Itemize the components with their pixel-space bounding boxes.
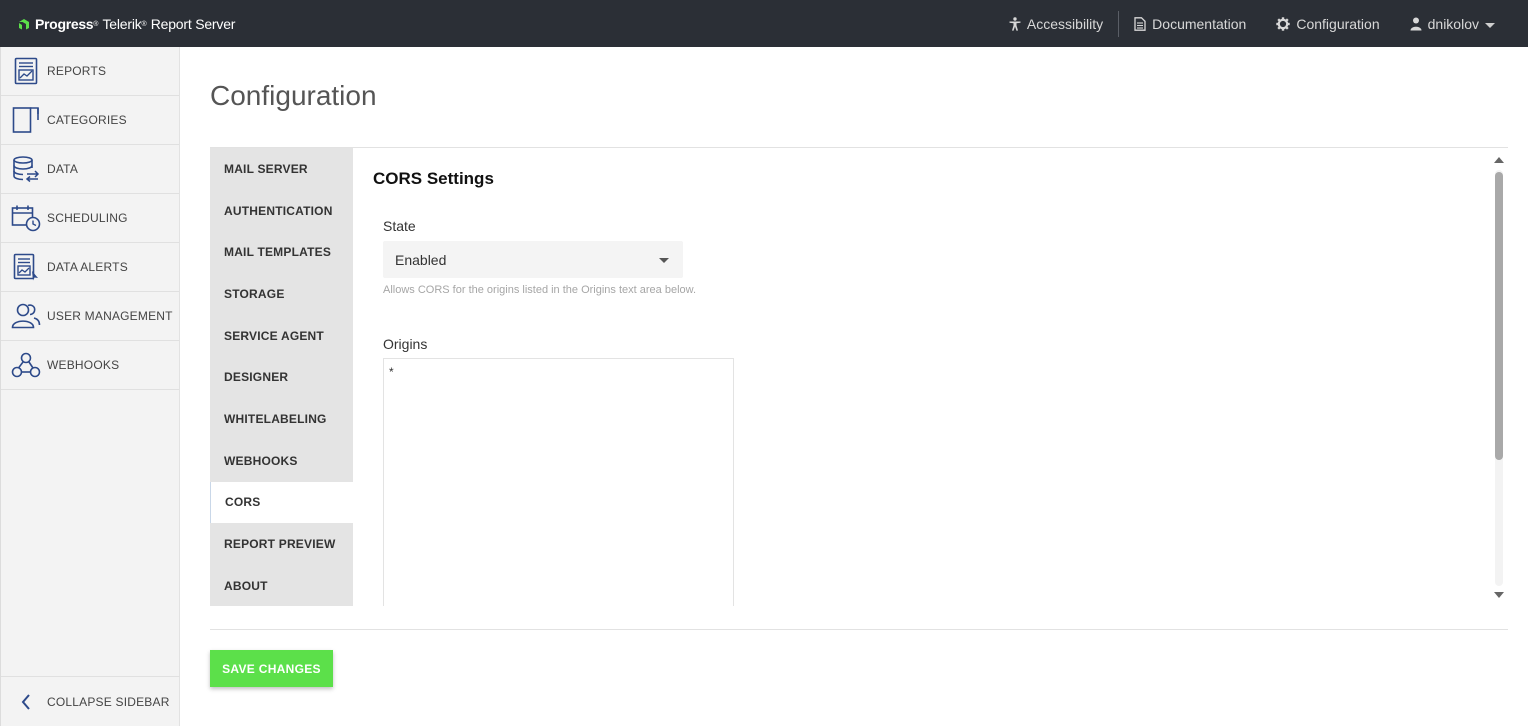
- brand-logo[interactable]: Progress ® Telerik ® Report Server: [18, 14, 235, 34]
- origins-label: Origins: [383, 336, 428, 352]
- page-title: Configuration: [210, 80, 377, 111]
- cors-settings-panel: CORS Settings State Enabled Allows CORS …: [353, 148, 1490, 606]
- scroll-thumb[interactable]: [1495, 172, 1503, 460]
- config-tab-designer[interactable]: DESIGNER: [210, 356, 353, 398]
- config-tab-storage[interactable]: STORAGE: [210, 273, 353, 315]
- configuration-nav: MAIL SERVER AUTHENTICATION MAIL TEMPLATE…: [210, 148, 353, 606]
- sidebar: REPORTS CATEGORIES DATA SCHEDULING DATA …: [0, 47, 180, 726]
- config-tab-authentication[interactable]: AUTHENTICATION: [210, 190, 353, 232]
- sidebar-item-categories[interactable]: CATEGORIES: [1, 96, 179, 145]
- sidebar-item-data[interactable]: DATA: [1, 145, 179, 194]
- origins-textarea[interactable]: *: [383, 358, 734, 606]
- sidebar-item-label: DATA ALERTS: [47, 260, 128, 274]
- sidebar-item-label: DATA: [47, 162, 79, 176]
- config-tab-mail-templates[interactable]: MAIL TEMPLATES: [210, 231, 353, 273]
- top-navigation: Accessibility Documentation Configuratio…: [994, 0, 1510, 47]
- section-heading: CORS Settings: [373, 169, 494, 188]
- brand-secondary: Telerik: [102, 16, 142, 32]
- brand-product: Report Server: [150, 16, 236, 32]
- gear-icon: [1276, 16, 1291, 31]
- user-icon: [1410, 17, 1422, 30]
- progress-logo-icon: [19, 19, 29, 30]
- documentation-label: Documentation: [1152, 15, 1247, 32]
- users-icon: [1, 292, 47, 341]
- top-bar: Progress ® Telerik ® Report Server Accessi…: [0, 0, 1528, 47]
- chevron-left-icon: [1, 693, 47, 711]
- calendar-clock-icon: [1, 194, 47, 243]
- categories-icon: [1, 96, 47, 145]
- config-tab-webhooks[interactable]: WEBHOOKS: [210, 440, 353, 482]
- config-tab-service-agent[interactable]: SERVICE AGENT: [210, 315, 353, 357]
- sidebar-item-label: SCHEDULING: [47, 211, 128, 225]
- config-tab-report-preview[interactable]: REPORT PREVIEW: [210, 523, 353, 565]
- sidebar-item-reports[interactable]: REPORTS: [1, 47, 179, 96]
- collapse-sidebar-label: COLLAPSE SIDEBAR: [47, 694, 170, 709]
- configuration-link[interactable]: Configuration: [1261, 0, 1394, 47]
- state-hint: Allows CORS for the origins listed in th…: [383, 284, 697, 296]
- brand-primary: Progress: [35, 16, 94, 32]
- accessibility-label: Accessibility: [1026, 15, 1104, 32]
- panel-scrollbar[interactable]: [1490, 148, 1508, 606]
- state-dropdown[interactable]: Enabled: [383, 241, 683, 278]
- collapse-sidebar-button[interactable]: COLLAPSE SIDEBAR: [1, 676, 180, 726]
- config-tab-cors[interactable]: CORS: [210, 481, 353, 524]
- user-menu[interactable]: dnikolov: [1395, 0, 1510, 47]
- database-icon: [1, 145, 47, 194]
- sidebar-item-scheduling[interactable]: SCHEDULING: [1, 194, 179, 243]
- webhook-icon: [1, 341, 47, 390]
- username: dnikolov: [1427, 15, 1479, 32]
- divider: [210, 629, 1508, 630]
- state-selected-value: Enabled: [395, 251, 447, 268]
- report-icon: [1, 47, 47, 96]
- sidebar-item-label: USER MANAGEMENT: [47, 309, 173, 323]
- sidebar-item-webhooks[interactable]: WEBHOOKS: [1, 341, 179, 390]
- accessibility-icon: [1009, 16, 1021, 31]
- accessibility-link[interactable]: Accessibility: [994, 0, 1118, 47]
- documentation-link[interactable]: Documentation: [1119, 0, 1261, 47]
- config-tab-mail-server[interactable]: MAIL SERVER: [210, 148, 353, 190]
- configuration-label: Configuration: [1296, 15, 1380, 32]
- scroll-up-arrow-icon[interactable]: [1494, 157, 1504, 163]
- scroll-down-arrow-icon[interactable]: [1494, 592, 1504, 598]
- sidebar-item-data-alerts[interactable]: DATA ALERTS: [1, 243, 179, 292]
- caret-down-icon: [659, 258, 669, 263]
- sidebar-item-label: CATEGORIES: [47, 113, 127, 127]
- alert-report-icon: [1, 243, 47, 292]
- config-tab-about[interactable]: ABOUT: [210, 565, 353, 607]
- sidebar-item-label: REPORTS: [47, 64, 107, 78]
- config-tab-whitelabeling[interactable]: WHITELABELING: [210, 398, 353, 440]
- document-icon: [1134, 16, 1146, 31]
- sidebar-item-label: WEBHOOKS: [47, 358, 120, 372]
- sidebar-item-user-management[interactable]: USER MANAGEMENT: [1, 292, 179, 341]
- state-label: State: [383, 218, 416, 234]
- chevron-down-icon: [1485, 22, 1495, 28]
- save-changes-button[interactable]: SAVE CHANGES: [210, 650, 333, 687]
